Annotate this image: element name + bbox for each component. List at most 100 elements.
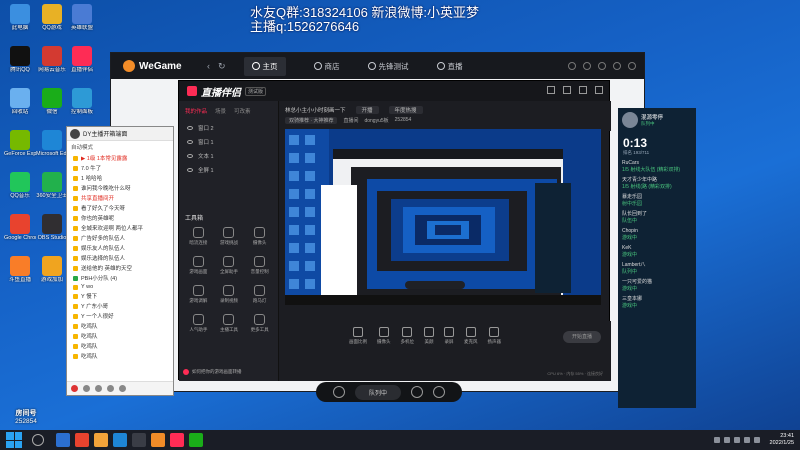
- network-icon[interactable]: [743, 437, 750, 443]
- list-item[interactable]: 谁问我今晚吃什么呀: [67, 183, 173, 193]
- tray-icon[interactable]: [713, 437, 720, 443]
- friend-item[interactable]: KeK 游戏中: [622, 245, 692, 259]
- clock[interactable]: 23:41 2022/1/25: [770, 433, 794, 447]
- maximize-icon[interactable]: [579, 86, 587, 94]
- list-item[interactable]: Y wo: [67, 283, 173, 291]
- list-item[interactable]: 吃鸡队: [67, 331, 173, 341]
- desktop-icon[interactable]: 斗鱼直播: [4, 256, 36, 284]
- friend-item[interactable]: Chopin 游戏中: [622, 228, 692, 242]
- taskbar-app-icon[interactable]: [151, 433, 165, 447]
- taskbar-app-icon[interactable]: [113, 433, 127, 447]
- tool-item[interactable]: 录制视频: [214, 285, 245, 304]
- control-item[interactable]: 扬声器: [488, 327, 501, 345]
- stream-title[interactable]: 林总小主小小时刻画一下: [285, 106, 346, 114]
- desktop-icon[interactable]: 网易云音乐: [36, 46, 68, 74]
- list-item[interactable]: 吃鸡队: [67, 341, 173, 351]
- tool-item[interactable]: 主播工具: [214, 314, 245, 333]
- edit-icon[interactable]: [411, 386, 423, 398]
- desktop-icon[interactable]: QQ音乐: [4, 172, 36, 200]
- list-item[interactable]: Y 广东小哥: [67, 301, 173, 311]
- tool-item[interactable]: 全屏助手: [214, 256, 245, 275]
- help-hint[interactable]: 如何把你的游戏画面转播: [183, 369, 275, 375]
- tool-item[interactable]: 人气助手: [183, 314, 214, 333]
- eye-icon[interactable]: [187, 154, 193, 158]
- friend-item[interactable]: 天才青少年中路 1/5 射线(路 (精彩双排): [622, 177, 692, 191]
- desktop-icon[interactable]: 游戏加加: [36, 256, 68, 284]
- list-item[interactable]: 全城来欢迎啊 两位人都平: [67, 223, 173, 233]
- desktop-icon[interactable]: 腾讯QQ: [4, 46, 36, 74]
- desktop-icon[interactable]: Google Chrome: [4, 214, 36, 242]
- close-icon[interactable]: [595, 86, 603, 94]
- tab-my-works[interactable]: 我的作品: [185, 107, 207, 115]
- pin-icon[interactable]: [119, 385, 126, 392]
- tab-scenes[interactable]: 场景: [215, 107, 226, 115]
- control-item[interactable]: 录屏: [444, 327, 454, 345]
- taskbar-app-icon[interactable]: [189, 433, 203, 447]
- tray-icon[interactable]: [723, 437, 730, 443]
- tool-item[interactable]: 游戏挑战: [214, 227, 245, 246]
- tool-item[interactable]: 摄像头: [244, 227, 275, 246]
- download-icon[interactable]: [583, 62, 591, 70]
- start-live-button[interactable]: 开始直播: [563, 331, 601, 343]
- desktop-icon[interactable]: 直播伴侣: [66, 46, 98, 74]
- list-item[interactable]: 7.0 牛了: [67, 163, 173, 173]
- message-icon[interactable]: [598, 62, 606, 70]
- refresh-icon[interactable]: ↻: [218, 61, 226, 72]
- list-item[interactable]: Y 一个人很好: [67, 311, 173, 321]
- desktop-icon[interactable]: 控制面板: [66, 88, 98, 116]
- chat-icon[interactable]: [433, 386, 445, 398]
- list-item[interactable]: 送给他的 英雄的天空: [67, 263, 173, 273]
- tool-item[interactable]: 游戏调解: [183, 285, 214, 304]
- desktop-icon[interactable]: Microsoft Edge: [36, 130, 68, 158]
- volume-icon[interactable]: [83, 385, 90, 392]
- tool-item[interactable]: 跑马灯: [244, 285, 275, 304]
- tab-materials[interactable]: 可改素: [234, 107, 251, 115]
- volume-icon[interactable]: [753, 437, 760, 443]
- desktop-icon[interactable]: OBS Studio: [36, 214, 68, 242]
- friend-item[interactable]: 暴走乐园 射中乐园: [622, 194, 692, 208]
- friend-item[interactable]: RuCars 1/5 射线大队伍 (精彩双排): [622, 160, 692, 174]
- start-pill[interactable]: 开播: [355, 106, 379, 114]
- list-item[interactable]: Y 慢下: [67, 291, 173, 301]
- scene-item[interactable]: 窗口 1: [179, 135, 278, 149]
- list-item[interactable]: 娱乐选择的队伍人: [67, 253, 173, 263]
- settings-icon[interactable]: [547, 86, 555, 94]
- tray-icon[interactable]: [733, 437, 740, 443]
- list-item[interactable]: 广告好多的队伍人: [67, 233, 173, 243]
- taskbar-app-icon[interactable]: [132, 433, 146, 447]
- tab-store[interactable]: 商店: [313, 61, 340, 72]
- trending-pill[interactable]: 年度热搜: [388, 106, 423, 114]
- eye-icon[interactable]: [187, 126, 193, 130]
- scene-item[interactable]: 全屏 1: [179, 163, 278, 177]
- friend-item[interactable]: Lambert八 队列中: [622, 262, 692, 276]
- avatar[interactable]: [628, 62, 636, 70]
- tab-live[interactable]: 直播: [436, 61, 463, 72]
- list-item[interactable]: 1 哈哈哈: [67, 173, 173, 183]
- list-item[interactable]: 吃鸡队: [67, 351, 173, 361]
- list-item[interactable]: PBH小分队 (4): [67, 273, 173, 283]
- desktop-icon[interactable]: GeForce Experience: [4, 130, 36, 158]
- control-item[interactable]: 麦克风: [464, 327, 478, 345]
- list-item[interactable]: 吃鸡队: [67, 321, 173, 331]
- control-item[interactable]: 美颜: [424, 327, 434, 345]
- gamepad-icon[interactable]: [568, 62, 576, 70]
- minimize-icon[interactable]: [563, 86, 571, 94]
- friend-item[interactable]: 一只可爱的猫 游戏中: [622, 279, 692, 293]
- control-item[interactable]: 摄像头: [377, 327, 391, 345]
- eye-icon[interactable]: [187, 140, 193, 144]
- category-pill[interactable]: 双骑推荐 · 大神推荐: [285, 117, 338, 124]
- list-item[interactable]: 娱乐友人的队伍人: [67, 243, 173, 253]
- tab-pioneer-test[interactable]: 先锋测试: [367, 61, 409, 72]
- list-item[interactable]: 共享直播间开: [67, 193, 173, 203]
- search-icon[interactable]: [32, 434, 44, 446]
- back-icon[interactable]: ‹: [207, 61, 210, 71]
- friend-item[interactable]: 三皇本娜 游戏中: [622, 296, 692, 310]
- list-item[interactable]: 看了好久了今天呀: [67, 203, 173, 213]
- queue-status-pill[interactable]: 队列中: [354, 384, 401, 400]
- tool-item[interactable]: 音量控制: [244, 256, 275, 275]
- taskbar-app-icon[interactable]: [56, 433, 70, 447]
- record-icon[interactable]: [71, 385, 78, 392]
- desktop-icon[interactable]: 英雄联盟: [66, 4, 98, 32]
- taskbar-app-icon[interactable]: [94, 433, 108, 447]
- tab-home[interactable]: 主页: [243, 56, 286, 76]
